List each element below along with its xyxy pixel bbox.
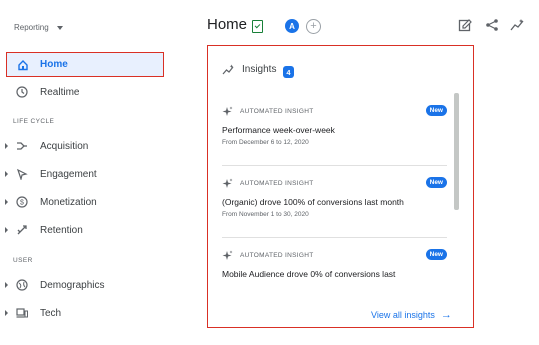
sidebar-item-label: Tech <box>40 307 62 319</box>
sidebar-item-label: Monetization <box>40 196 97 208</box>
new-badge: New <box>425 249 447 260</box>
sidebar-item-acquisition[interactable]: Acquisition <box>0 134 175 158</box>
insight-item[interactable]: AUTOMATED INSIGHT New Mobile Audience dr… <box>222 249 447 279</box>
view-all-insights-link[interactable]: View all insights → <box>371 309 452 321</box>
sidebar-item-label: Demographics <box>40 279 105 291</box>
sidebar-item-label: Acquisition <box>40 140 89 152</box>
sidebar-item-demographics[interactable]: Demographics <box>0 273 175 297</box>
insight-type: AUTOMATED INSIGHT <box>240 179 314 187</box>
view-all-label: View all insights <box>371 310 435 320</box>
sidebar: Reporting Home Realtime LIFE CYCLE Acqui… <box>0 0 195 345</box>
sidebar-item-retention[interactable]: Retention <box>0 218 175 242</box>
expand-arrow-icon[interactable] <box>5 143 8 149</box>
expand-arrow-icon[interactable] <box>5 282 8 288</box>
insight-headline: Mobile Audience drove 0% of conversions … <box>222 269 396 279</box>
property-selector-label: Reporting <box>14 23 49 32</box>
insight-item[interactable]: AUTOMATED INSIGHT New (Organic) drove 10… <box>222 177 447 218</box>
insight-date-range: From December 6 to 12, 2020 <box>222 139 309 146</box>
sidebar-item-label: Realtime <box>40 86 80 98</box>
expand-arrow-icon[interactable] <box>5 199 8 205</box>
dollar-icon: $ <box>15 196 28 209</box>
home-icon <box>16 58 29 71</box>
devices-icon <box>15 307 28 320</box>
arrow-right-icon: → <box>440 309 452 321</box>
expand-arrow-icon[interactable] <box>5 310 8 316</box>
page-title: Home <box>207 16 248 33</box>
svg-text:$: $ <box>20 200 24 207</box>
globe-icon <box>15 279 28 292</box>
clock-icon <box>15 86 28 99</box>
insights-icon[interactable] <box>508 16 526 34</box>
sidebar-item-tech[interactable]: Tech <box>0 301 175 325</box>
insight-date-range: From November 1 to 30, 2020 <box>222 211 309 218</box>
insights-count-badge: 4 <box>283 66 294 78</box>
insight-type: AUTOMATED INSIGHT <box>240 251 314 259</box>
divider <box>222 237 447 238</box>
sidebar-item-monetization[interactable]: $ Monetization <box>0 190 175 214</box>
sparkle-icon <box>222 250 233 260</box>
sidebar-item-label: Home <box>40 59 68 70</box>
insight-type: AUTOMATED INSIGHT <box>240 107 314 115</box>
insight-headline: (Organic) drove 100% of conversions last… <box>222 197 404 207</box>
expand-arrow-icon[interactable] <box>5 227 8 233</box>
new-badge: New <box>425 177 447 188</box>
engagement-icon <box>15 168 28 181</box>
property-selector[interactable]: Reporting <box>14 23 63 32</box>
sidebar-item-label: Engagement <box>40 168 97 180</box>
share-icon[interactable] <box>483 16 501 34</box>
chevron-down-icon <box>56 25 63 30</box>
section-label-lifecycle: LIFE CYCLE <box>13 118 55 125</box>
sparkle-icon <box>222 178 233 188</box>
sparkle-icon <box>222 106 233 116</box>
comparison-avatar[interactable]: A <box>285 19 299 33</box>
expand-arrow-icon[interactable] <box>5 171 8 177</box>
sidebar-item-home[interactable]: Home <box>6 52 164 77</box>
sidebar-item-engagement[interactable]: Engagement <box>0 162 175 186</box>
report-status-icon[interactable] <box>252 20 263 33</box>
new-badge: New <box>425 105 447 116</box>
insight-headline: Performance week-over-week <box>222 125 335 135</box>
sidebar-item-realtime[interactable]: Realtime <box>0 80 175 104</box>
section-label-user: USER <box>13 257 33 264</box>
insights-scrollbar[interactable] <box>454 93 459 210</box>
insights-trend-icon <box>222 64 235 75</box>
divider <box>222 165 447 166</box>
insight-item[interactable]: AUTOMATED INSIGHT New Performance week-o… <box>222 105 447 146</box>
insights-title: Insights <box>242 64 277 75</box>
customize-report-icon[interactable] <box>456 16 474 34</box>
sidebar-item-label: Retention <box>40 224 83 236</box>
add-comparison-button[interactable]: + <box>306 19 321 34</box>
retention-icon <box>15 224 28 237</box>
acquisition-icon <box>15 140 28 153</box>
insights-card-header: Insights <box>222 64 276 75</box>
